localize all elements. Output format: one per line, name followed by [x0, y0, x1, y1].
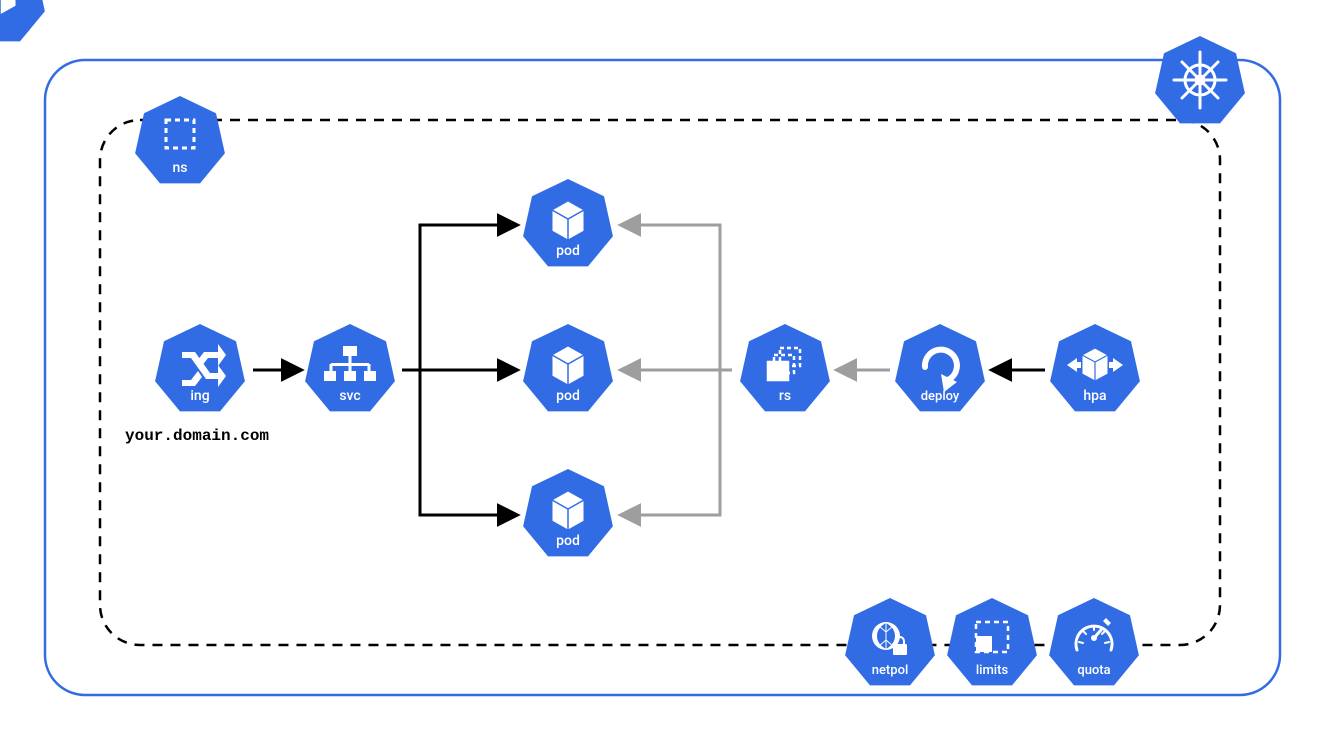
kubernetes-logo-icon	[1155, 36, 1245, 123]
netpol-node: netpol	[845, 598, 935, 685]
hpa-label: hpa	[1083, 388, 1106, 404]
arrow-rs-to-pod1	[622, 225, 732, 370]
ns-label: ns	[173, 160, 188, 176]
pod-node-3: pod	[523, 469, 613, 556]
domain-text: your.domain.com	[125, 427, 269, 445]
svc-label: svc	[339, 388, 360, 404]
namespace-node: ns	[135, 96, 225, 183]
limits-node: limits	[947, 598, 1037, 685]
replicaset-node: rs	[740, 324, 830, 411]
limits-label: limits	[976, 663, 1009, 678]
pod-node-2: pod	[523, 324, 613, 411]
arrow-svc-to-pod1	[402, 225, 516, 370]
ing-label: ing	[190, 388, 209, 404]
pod3-label: pod	[556, 533, 580, 549]
hpa-node: hpa	[1050, 324, 1140, 411]
netpol-label: netpol	[872, 663, 909, 678]
arrow-svc-to-pod3	[402, 370, 516, 515]
deploy-label: deploy	[921, 389, 960, 404]
quota-label: quota	[1077, 663, 1110, 678]
pod1-label: pod	[556, 243, 580, 259]
ingress-node: ing	[155, 324, 245, 411]
k8s-architecture-diagram: ns ing your.domain.com svc	[0, 0, 1328, 740]
pod2-label: pod	[556, 388, 580, 404]
pod-node-1: pod	[523, 179, 613, 266]
rs-label: rs	[779, 388, 791, 404]
deployment-node: deploy	[895, 324, 985, 411]
arrow-rs-to-pod3	[622, 370, 732, 515]
quota-node: quota	[1049, 598, 1139, 685]
service-node: svc	[305, 324, 395, 411]
